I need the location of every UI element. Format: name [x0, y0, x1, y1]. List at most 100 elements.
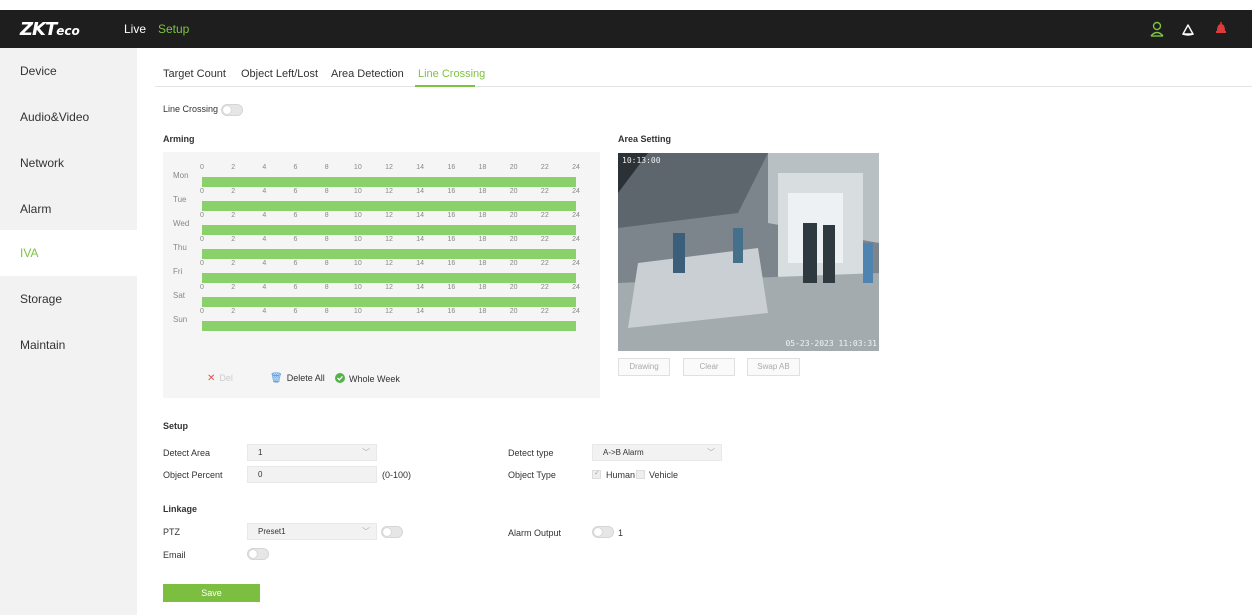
nav-live[interactable]: Live [124, 22, 146, 36]
hour-tick-label: 8 [324, 164, 329, 171]
tab-object-left-lost[interactable]: Object Left/Lost [241, 68, 318, 80]
trash-icon: 🗑 [270, 373, 283, 384]
line-crossing-label: Line Crossing [163, 104, 219, 114]
save-button[interactable]: Save [163, 584, 260, 602]
object-percent-range: (0-100) [382, 470, 412, 480]
arming-schedule[interactable]: ✕ Del 🗑 Delete All Whole Week Mon 0 2 4 6 8 10 12… [163, 152, 600, 398]
hour-tick-label: 20 [509, 188, 518, 195]
tab-line-crossing[interactable]: Line Crossing [418, 68, 485, 80]
sidebar-item-alarm[interactable]: Alarm [0, 186, 137, 232]
day-label: Mon [173, 171, 189, 180]
top-bar: ZKTeco Live Setup [0, 10, 1252, 48]
line-crossing-toggle[interactable] [221, 104, 243, 116]
hour-tick-label: 2 [231, 212, 236, 219]
sidebar-item-device[interactable]: Device [0, 48, 137, 94]
hour-tick-label: 6 [293, 236, 298, 243]
object-percent-label: Object Percent [163, 470, 223, 480]
hour-tick-label: 10 [353, 236, 362, 243]
hour-tick-label: 16 [447, 284, 456, 291]
hour-tick-label: 16 [447, 260, 456, 267]
hour-tick-label: 8 [324, 308, 329, 315]
hour-tick-label: 10 [353, 212, 362, 219]
detect-type-select[interactable]: A->B Alarm ﹀ [592, 444, 722, 461]
video-overlay-timestamp: 05-23-2023 11:03:31 [785, 339, 877, 348]
ptz-toggle[interactable] [381, 526, 403, 538]
vehicle-checkbox[interactable] [636, 470, 645, 479]
hour-tick-label: 0 [200, 236, 204, 243]
hour-tick-label: 18 [478, 212, 487, 219]
area-setting-title: Area Setting [618, 134, 672, 144]
arming-bar[interactable] [202, 249, 576, 259]
cloud-icon[interactable] [1180, 21, 1196, 42]
sidebar-item-storage[interactable]: Storage [0, 276, 137, 322]
hour-tick-label: 12 [385, 260, 393, 267]
detect-area-select[interactable]: 1 ﹀ [247, 444, 377, 461]
email-label: Email [163, 550, 186, 560]
delete-all-button[interactable]: 🗑 Delete All [270, 373, 325, 384]
human-checkbox[interactable]: ✓ [592, 470, 601, 479]
hour-tick-label: 6 [293, 284, 298, 291]
hour-tick-label: 12 [385, 164, 393, 171]
hour-tick-label: 20 [509, 164, 518, 171]
user-icon[interactable] [1150, 21, 1164, 42]
tab-target-count[interactable]: Target Count [163, 68, 226, 80]
hour-tick-label: 12 [385, 284, 393, 291]
hour-tick-label: 4 [262, 164, 267, 171]
hour-tick-label: 16 [447, 236, 456, 243]
alarm-output-toggle[interactable] [592, 526, 614, 538]
arming-bar[interactable] [202, 225, 576, 235]
check-circle-icon [335, 373, 345, 384]
sidebar-item-network[interactable]: Network [0, 140, 137, 186]
email-toggle[interactable] [247, 548, 269, 560]
hour-tick-label: 4 [262, 236, 267, 243]
drawing-button[interactable]: Drawing [618, 358, 670, 376]
chevron-down-icon: ﹀ [362, 527, 370, 536]
hour-tick-label: 14 [416, 164, 425, 171]
detect-type-label: Detect type [508, 448, 554, 458]
sidebar-item-maintain[interactable]: Maintain [0, 322, 137, 368]
alarm-bell-icon[interactable] [1215, 21, 1227, 40]
swap-ab-button[interactable]: Swap AB [747, 358, 800, 376]
object-type-label: Object Type [508, 470, 556, 480]
hour-tick-label: 22 [540, 284, 549, 291]
ptz-select[interactable]: Preset1 ﹀ [247, 523, 377, 540]
detect-area-label: Detect Area [163, 448, 211, 458]
del-button[interactable]: ✕ Del [207, 373, 233, 384]
hour-tick-label: 0 [200, 260, 204, 267]
hour-tick-label: 20 [509, 260, 518, 267]
hour-tick-label: 16 [447, 164, 456, 171]
day-label: Sun [173, 315, 188, 324]
nav-setup[interactable]: Setup [158, 22, 189, 36]
arming-bar[interactable] [202, 297, 576, 307]
whole-week-button[interactable]: Whole Week [335, 373, 400, 384]
chevron-down-icon: ﹀ [707, 448, 715, 457]
hour-tick-label: 24 [572, 260, 580, 267]
camera-scene [618, 153, 879, 351]
logo: ZKTeco [20, 19, 80, 40]
sidebar-item-audio-video[interactable]: Audio&Video [0, 94, 137, 140]
hour-tick-label: 6 [293, 164, 298, 171]
hour-tick-label: 22 [540, 236, 549, 243]
check-icon: ✓ [594, 470, 600, 477]
hour-tick-label: 22 [540, 164, 549, 171]
clear-button[interactable]: Clear [683, 358, 735, 376]
arming-bar[interactable] [202, 177, 576, 187]
setup-title: Setup [163, 421, 189, 431]
hour-tick-label: 6 [293, 188, 298, 195]
hour-tick-label: 10 [353, 284, 362, 291]
camera-preview[interactable]: 10:13:00 05-23-2023 11:03:31 [618, 153, 879, 351]
hour-tick-label: 16 [447, 212, 456, 219]
arming-bar[interactable] [202, 273, 576, 283]
hour-tick-label: 14 [416, 308, 425, 315]
arming-bar[interactable] [202, 201, 576, 211]
hour-tick-label: 0 [200, 164, 204, 171]
hour-tick-label: 22 [540, 260, 549, 267]
sidebar-item-iva[interactable]: IVA [0, 230, 137, 276]
hour-tick-label: 14 [416, 260, 425, 267]
object-percent-input[interactable]: 0 [247, 466, 377, 483]
tab-area-detection[interactable]: Area Detection [331, 68, 404, 80]
hour-tick-label: 18 [478, 236, 487, 243]
ptz-label: PTZ [163, 527, 180, 537]
arming-bar[interactable] [202, 321, 576, 331]
hour-tick-label: 8 [324, 236, 329, 243]
